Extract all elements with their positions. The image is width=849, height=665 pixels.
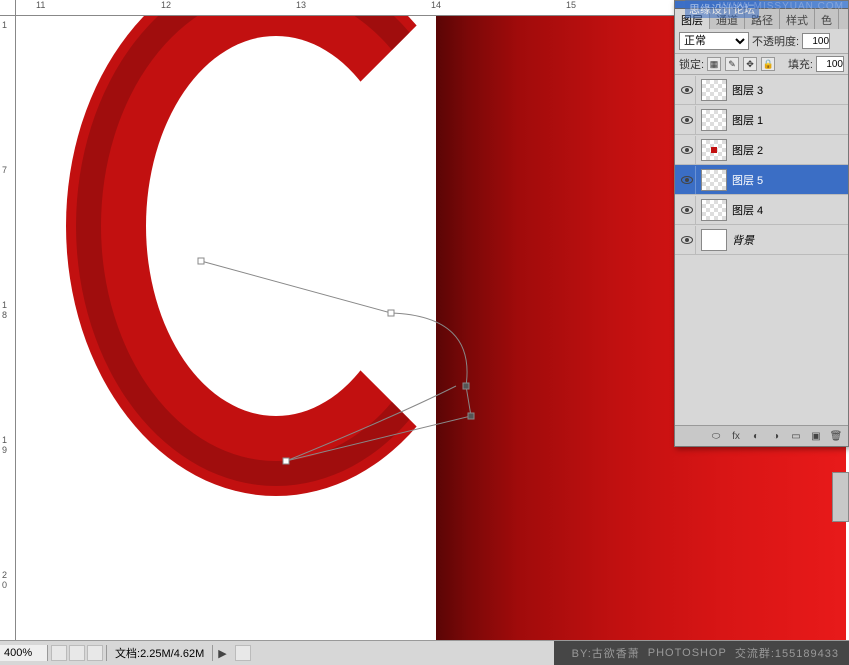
url-watermark: WWW.MISSYUAN.COM [719,1,844,12]
layer-thumbnail[interactable] [701,79,727,101]
layer-row[interactable]: 图层 1 [675,105,848,135]
eye-icon [681,206,693,214]
eye-icon [681,176,693,184]
layer-name[interactable]: 图层 4 [732,202,763,218]
layer-name[interactable]: 图层 2 [732,142,763,158]
visibility-toggle[interactable] [678,226,696,254]
status-bar: 400% 文档:2.25M/4.62M ▶ BY:古欲香萧 PHOTOSHOP … [0,640,849,665]
layer-name[interactable]: 图层 1 [732,112,763,128]
eye-icon [681,86,693,94]
document-size: 文档:2.25M/4.62M [106,645,213,661]
eye-icon [681,146,693,154]
blend-mode-select[interactable]: 正常 [679,32,749,50]
tab-styles[interactable]: 样式 [780,9,815,29]
lock-all-icon[interactable]: 🔒 [761,57,775,71]
ruler-tick: 14 [431,0,441,10]
layers-panel[interactable]: 图层 通道 路径 样式 色 正常 不透明度: 锁定: ▦ ✎ ✥ 🔒 填充: 图… [674,0,849,447]
opacity-input[interactable] [802,33,830,49]
ruler-tick: 0 [2,581,7,590]
credits: BY:古欲香萧 PHOTOSHOP 交流群:155189433 [554,641,849,665]
lock-pixels-icon[interactable]: ✎ [725,57,739,71]
lock-label: 锁定: [679,56,704,72]
layer-name[interactable]: 图层 3 [732,82,763,98]
status-icon[interactable] [87,645,103,661]
visibility-toggle[interactable] [678,196,696,224]
layer-row[interactable]: 图层 2 [675,135,848,165]
layer-thumbnail[interactable] [701,109,727,131]
ruler-tick: 15 [566,0,576,10]
adjustment-layer-icon[interactable]: ◑ [769,429,783,443]
layer-thumbnail[interactable] [701,139,727,161]
ruler-tick: 1 [2,21,7,30]
ruler-tick: 1 [2,436,7,445]
ruler-corner [0,0,16,16]
opacity-label: 不透明度: [752,33,799,49]
status-icon[interactable] [69,645,85,661]
credit-app: PHOTOSHOP [648,647,727,659]
ruler-vertical: 1 7 1 8 1 9 2 0 [0,16,16,640]
layer-thumbnail[interactable] [701,199,727,221]
ruler-tick: 8 [2,311,7,320]
zoom-level[interactable]: 400% [0,645,48,661]
layer-fx-icon[interactable]: fx [729,429,743,443]
ruler-tick: 7 [2,166,7,175]
ruler-tick: 13 [296,0,306,10]
layer-list: 图层 3 图层 1 图层 2 图层 5 图层 4 背景 [675,75,848,255]
layer-row[interactable]: 图层 5 [675,165,848,195]
doc-label: 文档: [115,648,140,660]
fill-label: 填充: [788,56,813,72]
ruler-tick: 1 [2,301,7,310]
chevron-right-icon[interactable]: ▶ [213,647,231,660]
delete-layer-icon[interactable]: 🗑 [829,429,843,443]
layer-name[interactable]: 背景 [732,232,754,248]
layer-empty-area [675,255,848,425]
visibility-toggle[interactable] [678,136,696,164]
ruler-tick: 12 [161,0,171,10]
lock-transparency-icon[interactable]: ▦ [707,57,721,71]
fill-input[interactable] [816,56,844,72]
doc-size-value: 2.25M/4.62M [140,648,204,660]
layer-name[interactable]: 图层 5 [732,172,763,188]
tab-color[interactable]: 色 [815,9,839,29]
ruler-tick: 9 [2,446,7,455]
layer-group-icon[interactable]: ▭ [789,429,803,443]
panel-footer: ⬭ fx ◐ ◑ ▭ ▣ 🗑 [675,425,848,446]
layer-thumbnail[interactable] [701,229,727,251]
layer-thumbnail[interactable] [701,169,727,191]
status-icon[interactable] [235,645,251,661]
layer-mask-icon[interactable]: ◐ [749,429,763,443]
visibility-toggle[interactable] [678,166,696,194]
visibility-toggle[interactable] [678,76,696,104]
ruler-tick: 2 [2,571,7,580]
layer-row[interactable]: 背景 [675,225,848,255]
credit-author: BY:古欲香萧 [572,645,640,661]
link-layers-icon[interactable]: ⬭ [709,429,723,443]
lock-position-icon[interactable]: ✥ [743,57,757,71]
credit-group: 交流群:155189433 [735,645,839,661]
ruler-tick: 11 [36,0,45,10]
eye-icon [681,116,693,124]
new-layer-icon[interactable]: ▣ [809,429,823,443]
visibility-toggle[interactable] [678,106,696,134]
status-icon[interactable] [51,645,67,661]
eye-icon [681,236,693,244]
layer-row[interactable]: 图层 4 [675,195,848,225]
scrollbar-vertical[interactable] [832,472,849,522]
layer-row[interactable]: 图层 3 [675,75,848,105]
